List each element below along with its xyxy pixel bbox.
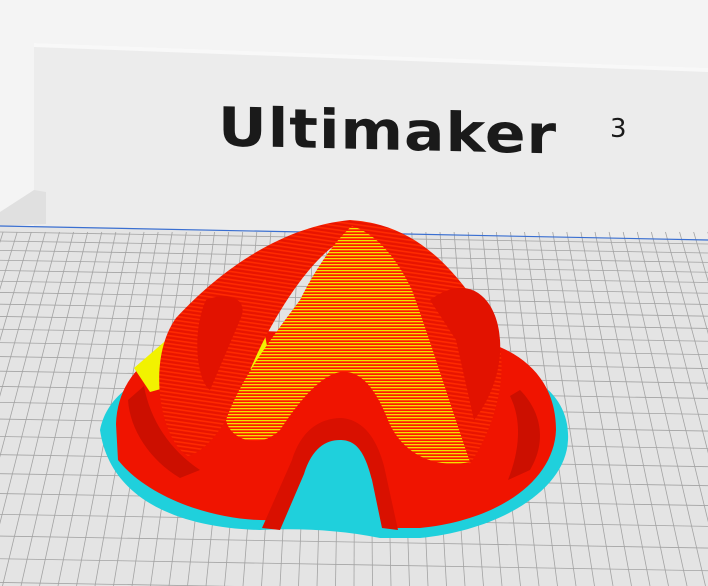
printer-model-number: 3	[610, 114, 627, 144]
build-volume-scene	[0, 43, 708, 586]
build-volume-viewport[interactable]: Ultimaker 3	[0, 0, 708, 586]
printer-brand-logo: Ultimaker	[218, 96, 558, 167]
back-panel-foot-left	[0, 190, 46, 226]
